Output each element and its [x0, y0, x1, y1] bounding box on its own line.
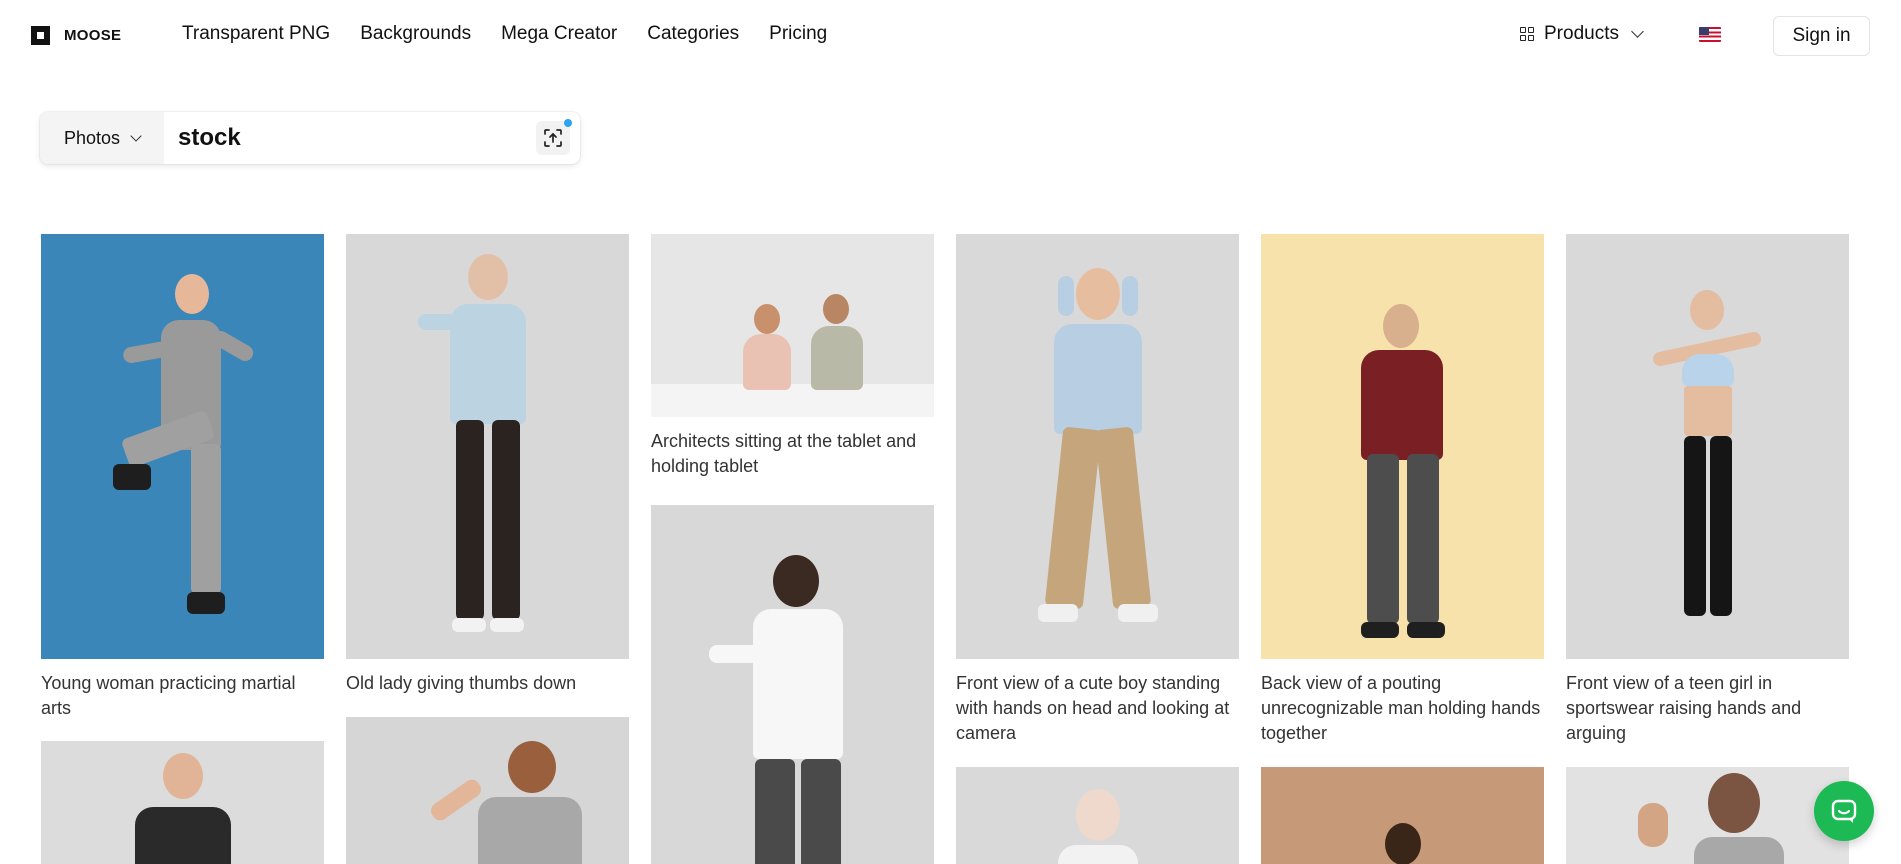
chat-icon — [1831, 799, 1857, 823]
photo-thumbnail[interactable] — [346, 234, 629, 659]
photo-caption: Architects sitting at the tablet and hol… — [651, 431, 917, 476]
image-upload-button[interactable] — [536, 119, 572, 155]
photo-card[interactable] — [651, 505, 934, 864]
nav-item-mega-creator[interactable]: Mega Creator — [501, 23, 617, 45]
nav-item-pricing[interactable]: Pricing — [769, 23, 827, 45]
photo-thumbnail[interactable] — [1261, 767, 1544, 864]
chat-button[interactable] — [1814, 781, 1874, 841]
photo-figure — [1038, 789, 1158, 864]
photo-thumbnail[interactable] — [956, 767, 1239, 864]
photo-card[interactable] — [1261, 767, 1544, 864]
photo-card[interactable] — [956, 767, 1239, 864]
photo-card[interactable]: Architects sitting at the tablet and hol… — [651, 234, 934, 479]
photo-card[interactable] — [346, 717, 629, 864]
search-type-select[interactable]: Photos — [40, 112, 164, 164]
photo-card[interactable]: Front view of a teen girl in sportswear … — [1566, 234, 1849, 746]
photo-caption: Front view of a cute boy standing with h… — [956, 673, 1230, 743]
top-header: MOOSE Transparent PNG Backgrounds Mega C… — [0, 0, 1901, 72]
photo-card[interactable]: Front view of a cute boy standing with h… — [956, 234, 1239, 746]
photo-thumbnail[interactable] — [956, 234, 1239, 659]
photo-figure — [703, 555, 883, 864]
photo-thumbnail[interactable] — [1261, 234, 1544, 659]
photo-caption: Front view of a teen girl in sportswear … — [1566, 673, 1802, 743]
photo-thumbnail[interactable] — [1566, 234, 1849, 659]
photo-card[interactable]: Old lady giving thumbs down — [346, 234, 629, 696]
chevron-down-icon — [130, 129, 142, 142]
logo[interactable]: MOOSE — [31, 26, 121, 45]
photo-caption: Old lady giving thumbs down — [346, 673, 577, 693]
upload-notification-dot — [564, 119, 572, 127]
photo-figure — [1333, 304, 1473, 644]
main-nav: Transparent PNG Backgrounds Mega Creator… — [182, 23, 827, 45]
sign-in-button[interactable]: Sign in — [1773, 16, 1870, 56]
image-upload-icon — [544, 129, 562, 147]
photo-thumbnail[interactable] — [651, 505, 934, 864]
chevron-down-icon — [1631, 25, 1644, 38]
nav-item-backgrounds[interactable]: Backgrounds — [360, 23, 471, 45]
photo-figure — [408, 254, 568, 644]
photo-figure — [1363, 823, 1443, 864]
search-input[interactable] — [164, 112, 580, 164]
photo-thumbnail[interactable] — [1566, 767, 1849, 864]
photo-card[interactable] — [41, 741, 324, 864]
photo-figure — [388, 741, 588, 864]
photo-card[interactable] — [1566, 767, 1849, 864]
nav-item-transparent-png[interactable]: Transparent PNG — [182, 23, 330, 45]
moose-logo-icon — [31, 26, 50, 45]
photo-thumbnail[interactable] — [651, 234, 934, 417]
page: MOOSE Transparent PNG Backgrounds Mega C… — [0, 0, 1901, 864]
photo-figure — [83, 753, 283, 864]
nav-item-categories[interactable]: Categories — [647, 23, 739, 45]
photo-card[interactable]: Young woman practicing martial arts — [41, 234, 324, 721]
photo-card[interactable]: Back view of a pouting unrecognizable ma… — [1261, 234, 1544, 746]
photo-thumbnail[interactable] — [41, 741, 324, 864]
grid-icon — [1520, 27, 1534, 41]
photo-caption: Back view of a pouting unrecognizable ma… — [1261, 673, 1541, 743]
search-bar: Photos — [40, 112, 580, 164]
logo-text: MOOSE — [64, 27, 122, 44]
us-flag-icon[interactable] — [1699, 27, 1721, 42]
photo-figure — [1608, 773, 1808, 864]
photo-thumbnail[interactable] — [41, 234, 324, 659]
photo-figure — [1638, 290, 1778, 640]
products-label: Products — [1544, 23, 1619, 44]
photo-figure — [1018, 268, 1178, 638]
photo-table — [651, 384, 934, 417]
photo-thumbnail[interactable] — [346, 717, 629, 864]
search-type-label: Photos — [63, 127, 121, 148]
photo-caption: Young woman practicing martial arts — [41, 673, 296, 718]
photo-figure — [83, 274, 283, 634]
products-menu[interactable]: Products — [1520, 23, 1644, 45]
